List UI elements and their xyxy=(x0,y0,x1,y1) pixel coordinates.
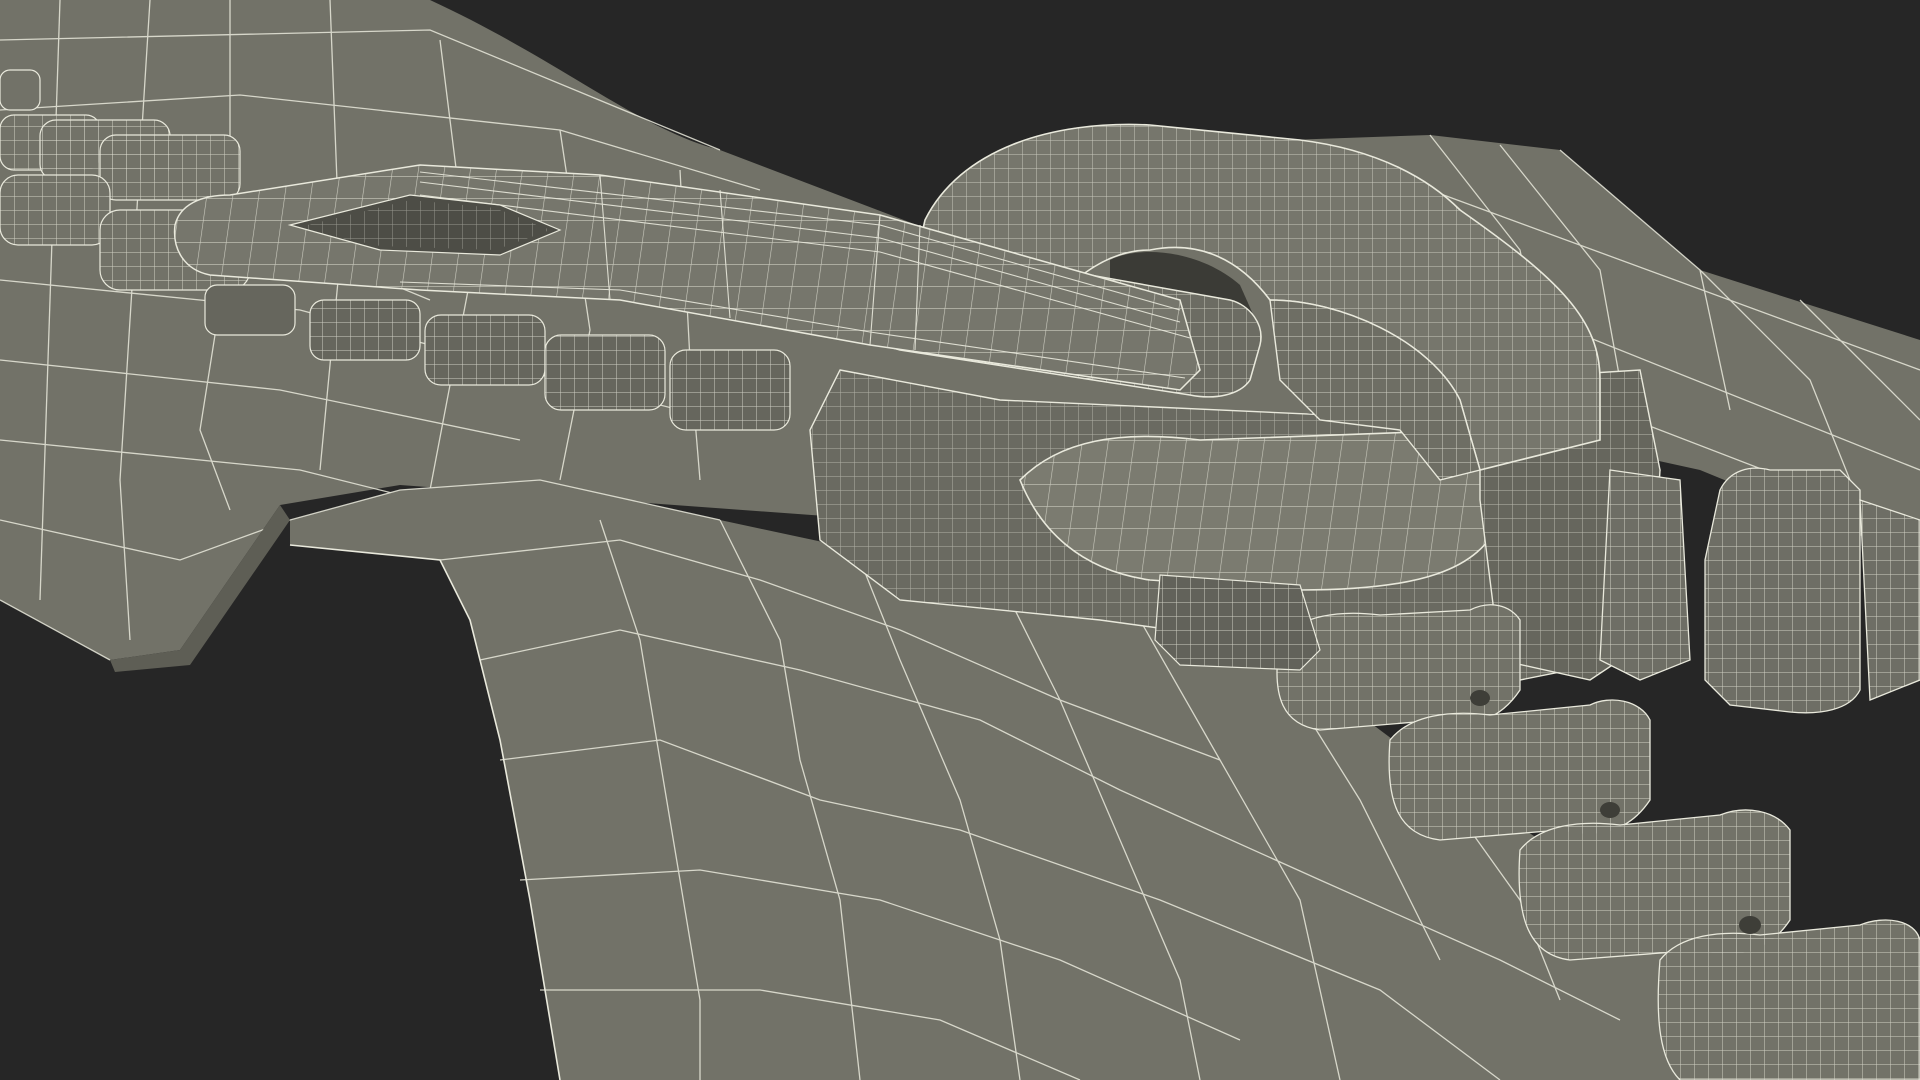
slider-underside-teeth xyxy=(1154,574,1321,671)
zipper-wireframe-render xyxy=(0,0,1920,1080)
upper-right-teeth xyxy=(1599,467,1920,714)
